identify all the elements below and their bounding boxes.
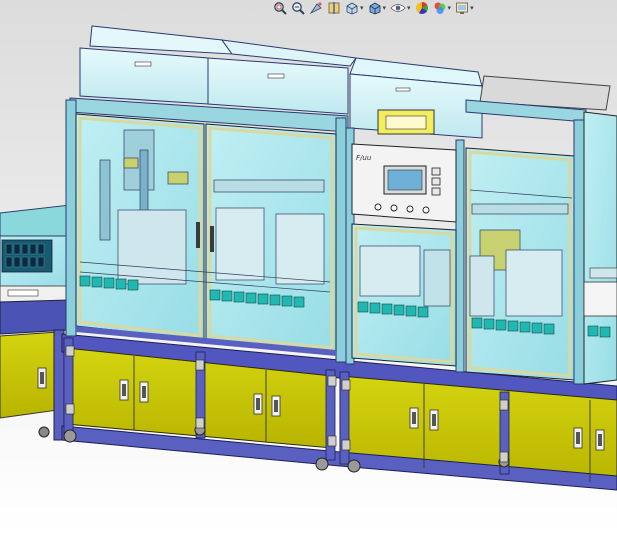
assembly-model[interactable]: F/uu bbox=[0, 0, 617, 534]
right-enclosure bbox=[465, 99, 617, 385]
status-display bbox=[377, 109, 435, 135]
hmi-panel[interactable]: F/uu bbox=[351, 143, 457, 223]
left-conveyor-module bbox=[0, 204, 71, 441]
graphics-viewport[interactable]: ▾ ▾ ▾ ▾ ▾ F/uu bbox=[0, 0, 617, 534]
battery-tray bbox=[1, 239, 53, 273]
hmi-logo-text: F/uu bbox=[356, 154, 372, 162]
hmi-indicator-lights[interactable] bbox=[431, 167, 441, 196]
left-enclosure bbox=[65, 25, 357, 363]
